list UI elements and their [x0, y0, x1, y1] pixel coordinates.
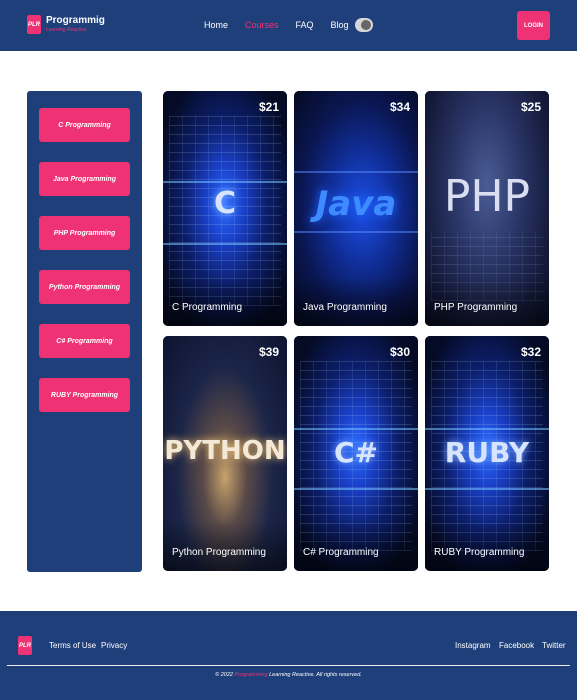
card-art-text: RUBY	[444, 436, 530, 469]
course-title: C Programming	[172, 302, 243, 313]
course-sidebar: C Programming Java Programming PHP Progr…	[27, 91, 142, 572]
footer-link-facebook[interactable]: Facebook	[499, 641, 534, 650]
footer-link-instagram[interactable]: Instagram	[455, 641, 491, 650]
course-card-java[interactable]: Java $34 Java Programming	[294, 91, 418, 326]
course-title: C# Programming	[303, 547, 379, 558]
nav-courses[interactable]: Courses	[245, 20, 279, 30]
course-card-python[interactable]: PYTHON $39 Python Programming	[163, 336, 287, 571]
copyright-brand: Programming	[234, 672, 268, 678]
card-art-text: PYTHON	[164, 436, 286, 466]
brand-tagline: Learning Reactive	[46, 27, 87, 33]
course-card-c[interactable]: C $21 C Programming	[163, 91, 287, 326]
course-card-csharp[interactable]: C# $30 C# Programming	[294, 336, 418, 571]
card-art-text: C#	[333, 436, 378, 469]
top-navbar: PLR Programmig Learning Reactive Home Co…	[0, 0, 577, 51]
sidebar-item-c[interactable]: C Programming	[39, 108, 130, 142]
footer-link-privacy[interactable]: Privacy	[101, 641, 127, 650]
sidebar-item-php[interactable]: PHP Programming	[39, 216, 130, 250]
brand-name: Programmig	[46, 15, 105, 26]
course-price: $34	[389, 100, 410, 114]
theme-toggle[interactable]	[355, 18, 373, 32]
nav-home[interactable]: Home	[204, 20, 228, 30]
sidebar-item-ruby[interactable]: RUBY Programming	[39, 378, 130, 412]
toggle-knob	[361, 20, 371, 30]
course-card-ruby[interactable]: RUBY $32 RUBY Programming	[425, 336, 549, 571]
footer-logo[interactable]: PLR	[18, 636, 32, 655]
brand[interactable]: PLR Programmig Learning Reactive	[27, 15, 105, 34]
nav-faq[interactable]: FAQ	[296, 20, 314, 30]
course-title: Python Programming	[172, 547, 266, 558]
course-card-php[interactable]: PHP $25 PHP Programming	[425, 91, 549, 326]
course-title: RUBY Programming	[434, 547, 525, 558]
course-title: PHP Programming	[434, 302, 518, 313]
course-price: $32	[520, 345, 541, 359]
card-art-text: C	[213, 186, 237, 221]
logo-badge[interactable]: PLR	[27, 15, 41, 34]
copyright-text: © 2022 Programming Learning Reactive. Al…	[0, 672, 577, 678]
copyright-suffix: Learning Reactive. All rights reserved.	[269, 672, 362, 678]
site-footer: PLR Terms of Use Privacy Instagram Faceb…	[0, 611, 577, 700]
sidebar-item-java[interactable]: Java Programming	[39, 162, 130, 196]
copyright-year: © 2022	[215, 672, 233, 678]
card-art-text: Java	[315, 184, 397, 224]
card-art-text: PHP	[443, 171, 531, 222]
course-price: $39	[258, 345, 279, 359]
sidebar-item-python[interactable]: Python Programming	[39, 270, 130, 304]
main-nav: Home Courses FAQ Blog	[204, 20, 366, 30]
nav-blog[interactable]: Blog	[331, 20, 349, 30]
footer-link-terms[interactable]: Terms of Use	[49, 641, 96, 650]
footer-link-twitter[interactable]: Twitter	[542, 641, 566, 650]
course-price: $21	[258, 100, 279, 114]
course-title: Java Programming	[303, 302, 387, 313]
footer-divider	[7, 665, 570, 666]
course-price: $30	[389, 345, 410, 359]
login-button[interactable]: LOGIN	[517, 11, 550, 40]
sidebar-item-csharp[interactable]: C# Programming	[39, 324, 130, 358]
course-price: $25	[520, 100, 541, 114]
